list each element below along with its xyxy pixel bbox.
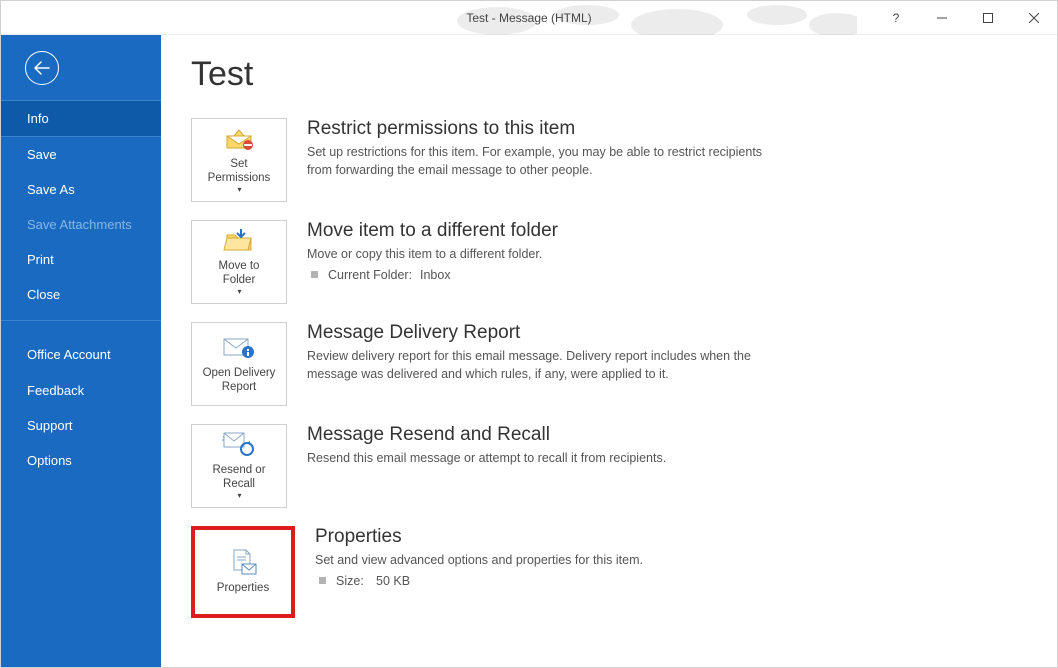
set-permissions-button[interactable]: Set Permissions▾ (191, 118, 287, 202)
bullet-icon (319, 577, 326, 584)
tile-label: Resend or Recall (212, 464, 265, 492)
section-description: Resend this email message or attempt to … (307, 450, 767, 468)
section-heading: Restrict permissions to this item (307, 118, 1027, 140)
section-delivery-report: Open Delivery Report Message Delivery Re… (191, 322, 1027, 406)
section-heading: Message Delivery Report (307, 322, 1027, 344)
close-button[interactable] (1011, 1, 1057, 35)
sidebar-item-save-attachments: Save Attachments (1, 207, 161, 242)
chevron-down-icon: ▾ (237, 185, 241, 195)
backstage-sidebar: Info Save Save As Save Attachments Print… (1, 35, 161, 667)
tile-label: Move to Folder (219, 260, 260, 288)
section-description: Set and view advanced options and proper… (315, 552, 775, 570)
maximize-button[interactable] (965, 1, 1011, 35)
sidebar-item-info[interactable]: Info (1, 100, 161, 137)
sidebar-item-label: Save Attachments (27, 217, 132, 232)
main-content: Test Set Permissions▾ Restrict permissio… (161, 35, 1057, 667)
sidebar-item-label: Save (27, 147, 57, 162)
window-title: Test - Message (HTML) (466, 11, 591, 25)
chevron-down-icon: ▾ (237, 491, 241, 501)
chevron-down-icon: ▾ (237, 287, 241, 297)
bullet-icon (311, 271, 318, 278)
section-heading: Message Resend and Recall (307, 424, 1027, 446)
move-to-folder-button[interactable]: Move to Folder▾ (191, 220, 287, 304)
arrow-left-icon (34, 61, 50, 75)
section-description: Set up restrictions for this item. For e… (307, 144, 767, 179)
sidebar-item-office-account[interactable]: Office Account (1, 337, 161, 373)
envelope-restrict-icon (223, 126, 255, 150)
sidebar-item-print[interactable]: Print (1, 242, 161, 277)
folder-move-icon (223, 227, 255, 253)
section-description: Move or copy this item to a different fo… (307, 246, 767, 264)
title-bar: Test - Message (HTML) ? (1, 1, 1057, 35)
back-button[interactable] (25, 51, 59, 85)
section-move-item: Move to Folder▾ Move item to a different… (191, 220, 1027, 304)
size-row: Size: 50 KB (315, 574, 1027, 588)
envelope-refresh-icon (222, 431, 256, 457)
section-restrict-permissions: Set Permissions▾ Restrict permissions to… (191, 118, 1027, 202)
sidebar-item-label: Print (27, 252, 54, 267)
sidebar-item-label: Support (27, 418, 73, 433)
section-heading: Move item to a different folder (307, 220, 1027, 242)
meta-label: Size: (336, 574, 376, 588)
sidebar-item-label: Info (27, 111, 49, 126)
sidebar-item-label: Feedback (27, 383, 84, 398)
sidebar-item-label: Close (27, 287, 60, 302)
meta-value: Inbox (420, 268, 451, 282)
sidebar-item-feedback[interactable]: Feedback (1, 373, 161, 408)
window-controls: ? (873, 1, 1057, 35)
tile-label: Set Permissions (208, 158, 271, 186)
sidebar-item-support[interactable]: Support (1, 408, 161, 443)
sidebar-divider (1, 320, 161, 321)
sidebar-item-options[interactable]: Options (1, 443, 161, 478)
section-heading: Properties (315, 526, 1027, 548)
tile-label: Open Delivery Report (203, 367, 276, 395)
minimize-button[interactable] (919, 1, 965, 35)
sidebar-item-save[interactable]: Save (1, 137, 161, 172)
sidebar-item-save-as[interactable]: Save As (1, 172, 161, 207)
current-folder-row: Current Folder: Inbox (307, 268, 1027, 282)
open-delivery-report-button[interactable]: Open Delivery Report (191, 322, 287, 406)
resend-or-recall-button[interactable]: Resend or Recall▾ (191, 424, 287, 508)
tile-label: Properties (217, 582, 269, 596)
properties-button[interactable]: Properties (191, 526, 295, 618)
document-properties-icon (228, 548, 258, 576)
section-resend-recall: Resend or Recall▾ Message Resend and Rec… (191, 424, 1027, 508)
section-properties: Properties Properties Set and view advan… (191, 526, 1027, 618)
sidebar-item-close[interactable]: Close (1, 277, 161, 312)
sidebar-item-label: Office Account (27, 347, 111, 362)
sidebar-item-label: Save As (27, 182, 75, 197)
meta-value: 50 KB (376, 574, 410, 588)
page-title: Test (191, 55, 1027, 94)
help-button[interactable]: ? (873, 1, 919, 35)
envelope-info-icon (222, 335, 256, 359)
sidebar-item-label: Options (27, 453, 72, 468)
meta-label: Current Folder: (328, 268, 420, 282)
section-description: Review delivery report for this email me… (307, 348, 767, 383)
